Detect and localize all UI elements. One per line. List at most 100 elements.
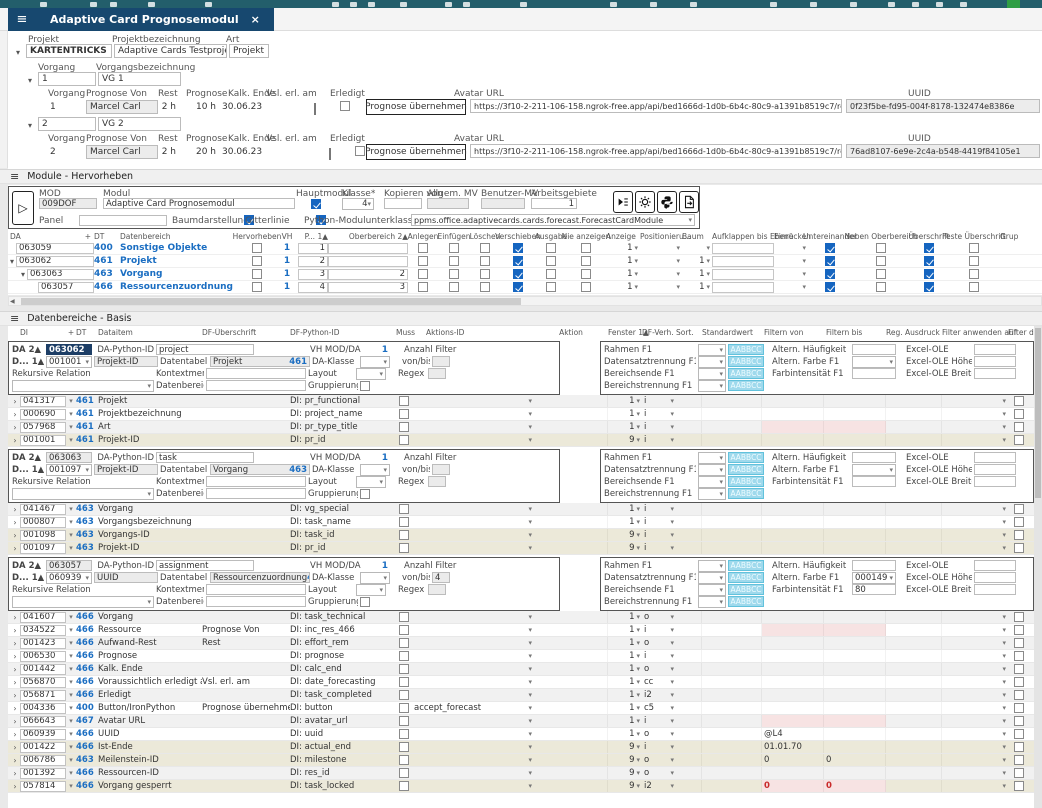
fenster-select[interactable]: 1▾ [608,517,642,528]
fenster-select[interactable]: 1▾ [608,396,642,407]
position-input[interactable]: 3 [298,269,328,280]
farbintensitaet-field[interactable] [852,476,896,487]
fenster-select[interactable]: 9▾ [608,530,642,541]
hauptmodul-checkbox[interactable] [311,199,321,209]
df-verh-select[interactable]: o▾ [642,664,676,675]
da-id-field[interactable]: 063062 [46,344,92,355]
filtern-bis-cell[interactable] [824,408,886,420]
df-verh-select[interactable]: o▾ [642,755,676,766]
untereinander-checkbox[interactable] [825,256,835,266]
toolbar-icon-stub[interactable] [770,2,777,7]
reg-ausdruck-cell[interactable] [886,715,942,727]
df-verh-select[interactable]: i▾ [642,396,676,407]
oberbereich-input[interactable] [328,256,408,267]
dataitem-row[interactable]: › 001442 ▾ 466 Kalk. Ende DI: calc_end ▾… [8,663,1034,676]
filtern-von-cell[interactable] [762,408,824,420]
aufklappen-input[interactable] [712,256,774,267]
filter-deak-checkbox[interactable] [1014,690,1024,700]
tree-expand-icon[interactable]: ▾ [28,121,32,130]
di-input[interactable]: 041607 [20,612,66,623]
menu-icon[interactable]: ≡ [8,8,36,31]
muss-checkbox[interactable] [399,625,409,635]
bereichsende-select[interactable]: ▾ [698,476,726,488]
neben-oberbereich-checkbox[interactable] [876,243,886,253]
positionierung-select[interactable]: ▾ [640,256,682,267]
filter-anwenden-select[interactable]: ▾ [942,543,1008,554]
alt-haeufigkeit-field[interactable] [852,452,896,463]
verschieben-checkbox[interactable] [513,243,523,253]
nie-anzeigen-checkbox[interactable] [581,269,591,279]
aufklappen-input[interactable] [712,282,774,293]
toolbar-icon-stub[interactable] [610,2,617,7]
baum-select[interactable]: 1▾ [682,269,712,280]
tab-adaptive-card-prognosemodul[interactable]: Adaptive Card Prognosemodul × [36,8,274,31]
alt-farbe-select[interactable]: ▾ [852,356,896,368]
di-input[interactable]: 041317 [20,396,66,407]
loeschen-checkbox[interactable] [480,243,490,253]
datenbereich-name[interactable]: Ressourcenzuordnung [120,282,238,292]
chevron-down-icon[interactable]: ▾ [66,505,76,513]
dataitem-row[interactable]: › 041467 ▾ 463 Vorgang DI: vg_special ▾ … [8,503,1034,516]
muss-checkbox[interactable] [399,435,409,445]
untereinander-checkbox[interactable] [825,269,835,279]
filtern-von-cell[interactable]: 0 [762,780,824,792]
chevron-down-icon[interactable]: ▾ [66,531,76,539]
rahmen-select[interactable]: ▾ [698,560,726,572]
kontextmenu-field[interactable] [206,476,306,487]
row-expander-icon[interactable]: › [10,665,20,674]
muss-checkbox[interactable] [399,690,409,700]
di-input[interactable]: 057968 [20,422,66,433]
nie-anzeigen-checkbox[interactable] [581,243,591,253]
rekursive-relation-select[interactable]: ▾ [12,596,154,608]
layout-select[interactable]: ▾ [356,476,386,488]
standardwert-cell[interactable] [702,611,762,623]
chevron-down-icon[interactable]: ▾ [66,423,76,431]
df-ueberschrift-value[interactable]: Prognose übernehmen [202,703,290,713]
fenster-select[interactable]: 1▾ [608,409,642,420]
filtern-bis-cell[interactable] [824,637,886,649]
muss-checkbox[interactable] [399,517,409,527]
bereichstrennung-select[interactable]: ▾ [698,596,726,608]
standardwert-cell[interactable] [702,715,762,727]
df-verh-select[interactable]: i▾ [642,716,676,727]
row-expander-icon[interactable]: › [10,652,20,661]
reg-ausdruck-cell[interactable] [886,650,942,662]
reg-ausdruck-cell[interactable] [886,780,942,792]
filter-anwenden-select[interactable]: ▾ [942,755,1008,766]
toolbar-green-icon[interactable] [1007,0,1020,8]
excel-ole-field[interactable] [974,560,1016,571]
da-python-id-field[interactable]: project [156,344,254,355]
df-verh-select[interactable]: i▾ [642,651,676,662]
anlegen-checkbox[interactable] [418,269,428,279]
toolbar-icon-stub[interactable] [148,2,155,7]
anlegen-checkbox[interactable] [418,282,428,292]
muss-checkbox[interactable] [399,543,409,553]
di-input[interactable]: 001442 [20,664,66,675]
row-expander-icon[interactable]: › [10,639,20,648]
filtern-bis-cell[interactable]: 0 [824,754,886,766]
einruecken-select[interactable]: ▾ [774,269,808,280]
fenster-select[interactable]: 1▾ [608,690,642,701]
bereichsende-color-swatch[interactable]: AABBCC [728,476,764,487]
reg-ausdruck-cell[interactable] [886,676,942,688]
art-field[interactable]: Projekt [229,44,269,58]
alt-haeufigkeit-field[interactable] [852,344,896,355]
filter-deak-checkbox[interactable] [1014,396,1024,406]
section-menu-icon[interactable]: ≡ [10,170,19,183]
filter-anwenden-select[interactable]: ▾ [942,690,1008,701]
reg-ausdruck-cell[interactable] [886,516,942,528]
filter-deak-checkbox[interactable] [1014,768,1024,778]
muss-checkbox[interactable] [399,768,409,778]
reg-ausdruck-cell[interactable] [886,728,942,740]
rahmen-color-swatch[interactable]: AABBCC [728,560,764,571]
datenbereich-row[interactable]: ▾ 063057 466 Ressourcenzuordnung 1 4 3 1… [8,281,1042,294]
filtern-von-cell[interactable] [762,650,824,662]
filtern-von-cell[interactable] [762,611,824,623]
modul-field[interactable]: Adaptive Card Prognosemodul [103,198,295,209]
dataitem-row[interactable]: › 066643 ▾ 467 Avatar URL DI: avatar_url… [8,715,1034,728]
filtern-von-cell[interactable] [762,715,824,727]
d1-select[interactable]: 001097▾ [46,464,92,476]
standardwert-cell[interactable] [702,650,762,662]
standardwert-cell[interactable] [702,529,762,541]
ausgabe-checkbox[interactable] [546,256,556,266]
